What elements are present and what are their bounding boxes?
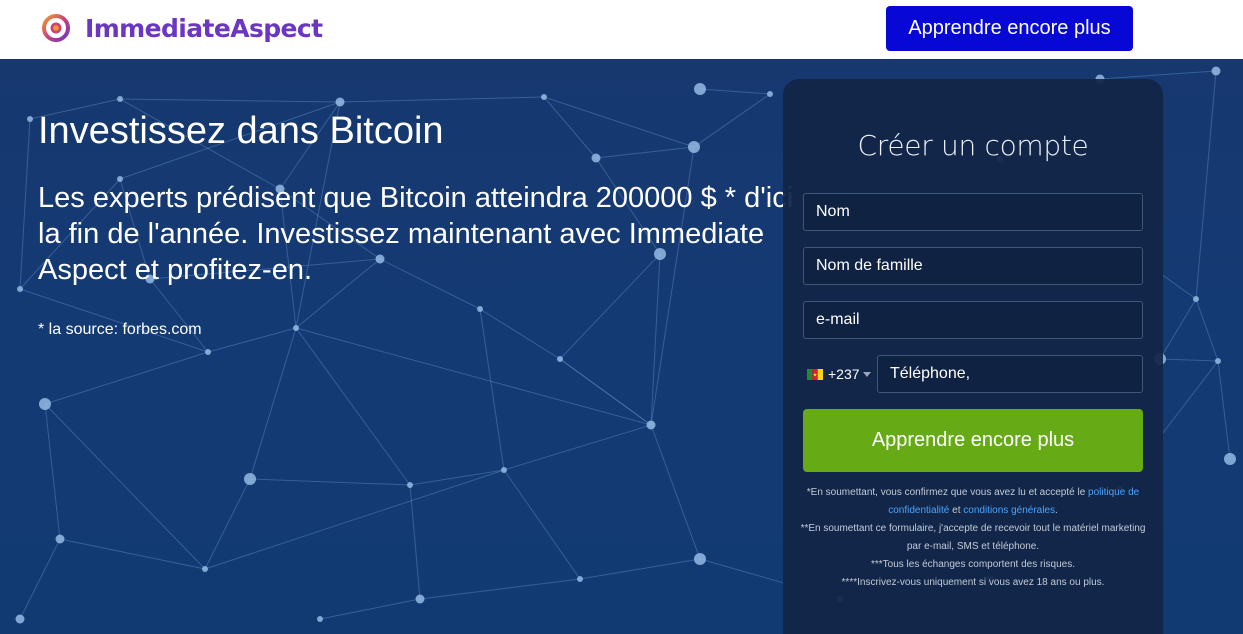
network-line <box>339 96 545 103</box>
network-line <box>204 478 251 570</box>
hero-subtitle: Les experts prédisent que Bitcoin attein… <box>38 182 794 286</box>
network-line <box>479 308 505 471</box>
network-node <box>205 349 211 355</box>
network-node <box>293 325 299 331</box>
network-line <box>409 469 505 486</box>
brand-logo[interactable]: ImmediateAspect <box>41 12 323 44</box>
network-line <box>44 403 61 540</box>
submit-button[interactable]: Apprendre encore plus <box>803 409 1143 472</box>
terms-link[interactable]: conditions générales <box>963 505 1055 516</box>
network-node <box>767 91 773 97</box>
network-line <box>1159 298 1197 360</box>
network-node <box>541 94 547 100</box>
top-navbar: ImmediateAspect Apprendre encore plus <box>0 0 1243 59</box>
network-node <box>244 473 256 485</box>
network-node <box>694 83 706 95</box>
first-name-input[interactable] <box>803 193 1143 231</box>
network-line <box>119 98 341 103</box>
network-node <box>55 534 65 544</box>
network-line <box>559 358 652 426</box>
network-node <box>27 116 33 122</box>
network-line <box>579 558 701 580</box>
form-title: Créer un compte <box>857 129 1089 162</box>
network-line <box>419 578 581 600</box>
network-node <box>1215 358 1221 364</box>
network-line <box>699 88 771 95</box>
network-node <box>557 356 563 362</box>
network-node <box>15 614 25 624</box>
disclaimer-terms-text: *En soumettant, vous confirmez que vous … <box>806 487 1089 498</box>
network-node <box>39 398 51 410</box>
disclaimer-period: . <box>1055 505 1058 516</box>
network-line <box>1195 298 1219 362</box>
network-line <box>693 93 771 148</box>
country-code-selector[interactable]: +237 <box>807 365 871 383</box>
network-line <box>149 278 209 353</box>
network-line <box>59 538 206 570</box>
network-node <box>477 306 483 312</box>
network-node <box>577 576 583 582</box>
disclaimer-and-text: et <box>949 505 964 516</box>
hero-title: Investissez dans Bitcoin <box>38 110 444 152</box>
network-node <box>501 467 507 473</box>
brand-name: ImmediateAspect <box>85 13 323 43</box>
network-line <box>479 308 561 360</box>
chevron-down-icon <box>862 371 871 377</box>
disclaimer-marketing: **En soumettant ce formulaire, j'accepte… <box>800 523 1146 552</box>
email-input[interactable] <box>803 301 1143 339</box>
disclaimer-age: ****Inscrivez-vous uniquement si vous av… <box>841 577 1105 588</box>
last-name-input[interactable] <box>803 247 1143 285</box>
network-line <box>650 424 701 560</box>
network-node <box>415 594 425 604</box>
network-line <box>44 351 209 405</box>
phone-input[interactable] <box>877 355 1143 393</box>
network-node <box>694 553 706 565</box>
network-line <box>1099 70 1217 80</box>
country-code-label: +237 <box>828 366 860 382</box>
network-line <box>1195 70 1217 300</box>
network-line <box>249 327 297 480</box>
network-line <box>295 327 411 486</box>
network-node <box>407 482 413 488</box>
network-line <box>19 538 61 620</box>
network-node <box>688 141 700 153</box>
network-node <box>646 420 656 430</box>
signup-form-panel: Créer un compte +237 Apprendre encore pl… <box>783 79 1163 634</box>
network-line <box>503 469 581 580</box>
network-node <box>1211 66 1221 76</box>
network-line <box>319 598 421 620</box>
network-line <box>295 327 652 426</box>
cameroon-flag-icon <box>807 368 823 380</box>
network-node <box>117 96 123 102</box>
network-node <box>335 97 345 107</box>
hero-section: Investissez dans Bitcoin Les experts pré… <box>0 59 1243 634</box>
learn-more-button[interactable]: Apprendre encore plus <box>886 6 1133 51</box>
network-line <box>595 146 695 159</box>
disclaimer-risk: ***Tous les échanges comportent des risq… <box>870 559 1075 570</box>
network-node <box>591 153 601 163</box>
network-node <box>17 286 23 292</box>
network-line <box>1217 360 1231 460</box>
brand-logo-icon <box>42 14 70 42</box>
network-line <box>1159 358 1219 362</box>
network-line <box>19 118 31 290</box>
network-line <box>503 424 652 471</box>
network-node <box>1193 296 1199 302</box>
disclaimer-terms: *En soumettant, vous confirmez que vous … <box>797 484 1149 520</box>
network-node <box>202 566 208 572</box>
network-line <box>543 96 695 148</box>
network-node <box>1224 453 1236 465</box>
form-disclaimer: *En soumettant, vous confirmez que vous … <box>797 484 1149 592</box>
network-line <box>409 484 421 600</box>
network-line <box>44 403 206 570</box>
network-node <box>317 616 323 622</box>
hero-source-note: * la source: forbes.com <box>38 321 202 338</box>
network-line <box>207 327 297 353</box>
network-line <box>249 478 411 486</box>
